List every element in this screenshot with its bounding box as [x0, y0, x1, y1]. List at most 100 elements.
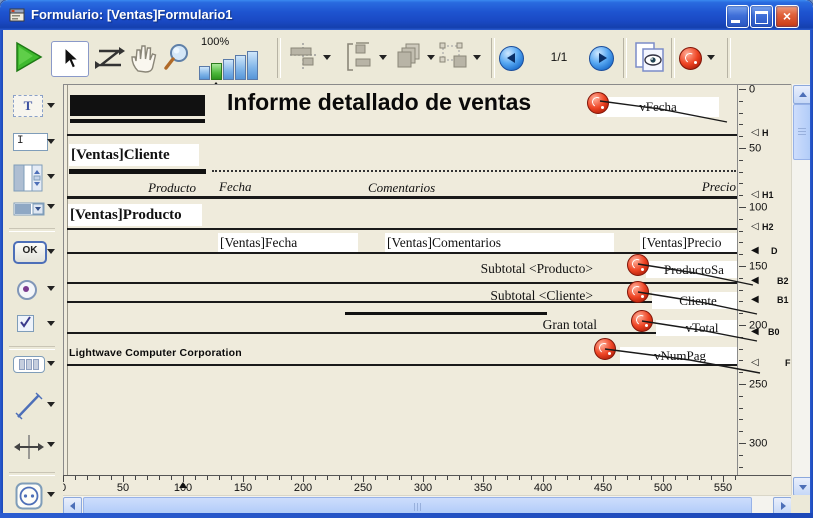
variable-vfecha[interactable]: vFecha: [597, 97, 719, 117]
h-ruler-tick: [399, 476, 400, 480]
input-tool-dropdown[interactable]: [47, 139, 55, 144]
section-line-B0: [67, 332, 737, 334]
v-ruler-tick: [739, 207, 746, 208]
close-button[interactable]: ×: [775, 5, 799, 28]
zoom-bar-3[interactable]: [223, 59, 234, 80]
dropdown-tool-button[interactable]: [13, 202, 45, 216]
layers-dropdown-arrow[interactable]: [427, 55, 435, 60]
object-method-icon-vfecha[interactable]: [587, 92, 609, 114]
label-gran-total[interactable]: Gran total: [505, 317, 597, 333]
entry-order-tool-button[interactable]: [93, 42, 125, 74]
vertical-scrollbar[interactable]: [791, 84, 811, 495]
h-ruler-tick: [411, 476, 412, 480]
oval-tool-button[interactable]: [15, 482, 43, 510]
label-subtotal-cliente[interactable]: Subtotal <Cliente>: [460, 288, 593, 304]
zoom-tool-button[interactable]: [161, 42, 193, 74]
label-subtotal-producto[interactable]: Subtotal <Producto>: [460, 261, 593, 277]
text-tool-button[interactable]: T: [13, 95, 43, 117]
execute-form-button[interactable]: [11, 40, 45, 74]
checkbox-tool-button[interactable]: [17, 315, 37, 335]
zoom-bar-2-current[interactable]: [211, 63, 222, 80]
variable-cliente[interactable]: Cliente: [652, 292, 744, 309]
v-ruler-tick: [739, 443, 746, 444]
variable-vnumpag[interactable]: vNumPag: [620, 347, 740, 364]
object-method-icon-vtotal[interactable]: [631, 310, 653, 332]
variable-productosa[interactable]: ProductoSa: [646, 261, 742, 278]
button-tool-button[interactable]: OK: [13, 241, 47, 264]
align-tool-button[interactable]: [289, 42, 321, 72]
line-tool-dropdown[interactable]: [47, 402, 55, 407]
checkbox-tool-dropdown[interactable]: [47, 321, 55, 326]
input-field-tool-button[interactable]: I: [13, 133, 48, 151]
field-producto[interactable]: [Ventas]Producto: [68, 204, 202, 226]
listbox-tool-button[interactable]: [13, 164, 45, 192]
field-comentarios[interactable]: [Ventas]Comentarios: [385, 233, 614, 252]
distribute-dropdown-arrow[interactable]: [379, 55, 387, 60]
field-fecha[interactable]: [Ventas]Fecha: [218, 233, 358, 252]
v-ruler-tick: [739, 89, 746, 90]
column-label-precio[interactable]: Precio: [660, 179, 736, 195]
v-ruler-tick: [739, 160, 743, 161]
object-method-icon-vnumpag[interactable]: [594, 338, 616, 360]
grand-total-rule[interactable]: [345, 312, 547, 315]
handles-dropdown-arrow[interactable]: [473, 55, 481, 60]
form-method-button[interactable]: [679, 47, 702, 70]
zoom-bar-5[interactable]: [247, 51, 258, 80]
logo-underline[interactable]: [70, 119, 205, 123]
radio-button-tool-button[interactable]: [17, 280, 37, 300]
splitter-tool-dropdown[interactable]: [47, 442, 55, 447]
preview-button[interactable]: [633, 41, 667, 75]
button-grid-dropdown[interactable]: [47, 361, 55, 366]
listbox-tool-dropdown[interactable]: [47, 174, 55, 179]
oval-tool-dropdown[interactable]: [47, 492, 55, 497]
layers-tool-button[interactable]: [393, 42, 425, 72]
column-label-producto[interactable]: Producto: [120, 180, 196, 196]
next-page-button[interactable]: [589, 46, 614, 71]
zoom-bar-4[interactable]: [235, 55, 246, 80]
column-label-fecha[interactable]: Fecha: [219, 179, 251, 195]
sidebar-separator: [9, 472, 55, 476]
field-cliente[interactable]: [Ventas]Cliente: [69, 144, 199, 166]
h-ruler-tick: [435, 476, 436, 480]
logo-rectangle[interactable]: [70, 95, 205, 116]
object-method-icon-cliente[interactable]: [627, 281, 649, 303]
text-tool-dropdown[interactable]: [47, 103, 55, 108]
dotted-line[interactable]: [212, 170, 736, 172]
distribute-tool-button[interactable]: [345, 42, 377, 72]
button-grid-tool-button[interactable]: [13, 356, 45, 373]
label-company[interactable]: Lightwave Computer Corporation: [69, 347, 309, 359]
radio-tool-dropdown[interactable]: [47, 286, 55, 291]
align-dropdown-arrow[interactable]: [323, 55, 331, 60]
sidebar-separator: [9, 228, 55, 232]
maximize-button[interactable]: [750, 5, 773, 28]
report-title[interactable]: Informe detallado de ventas: [227, 89, 597, 116]
column-label-comentarios[interactable]: Comentarios: [368, 180, 435, 196]
previous-page-button[interactable]: [499, 46, 524, 71]
field-precio[interactable]: [Ventas]Precio: [640, 233, 739, 252]
resize-handles-tool-button[interactable]: [439, 42, 471, 72]
object-method-icon-productosa[interactable]: [627, 254, 649, 276]
button-tool-dropdown[interactable]: [47, 249, 55, 254]
v-ruler-tick: [739, 313, 743, 314]
method-dropdown-arrow[interactable]: [707, 55, 715, 60]
button-tool-icon: OK: [13, 241, 47, 264]
v-ruler-number: 150: [749, 261, 767, 273]
pointer-tool-button[interactable]: [51, 41, 89, 77]
minimize-button[interactable]: [726, 5, 749, 28]
h-ruler-tick: [519, 476, 520, 480]
window-border-bottom: [0, 513, 813, 518]
splitter-tool-button[interactable]: [13, 434, 45, 460]
zoom-level-widget: 100%: [199, 36, 265, 82]
form-canvas[interactable]: [63, 84, 738, 476]
h-ruler-number: 450: [594, 482, 612, 494]
horizontal-scrollbar[interactable]: [63, 495, 791, 514]
hand-tool-button[interactable]: [127, 42, 159, 74]
cliente-underline[interactable]: [69, 169, 206, 174]
line-tool-button[interactable]: [15, 392, 43, 420]
zoom-bar-1[interactable]: [199, 66, 210, 80]
dropdown-tool-dropdown[interactable]: [47, 204, 55, 209]
variable-vtotal[interactable]: vTotal: [656, 320, 748, 336]
v-ruler-tick: [739, 254, 743, 255]
v-ruler-tick: [739, 278, 743, 279]
check-mark: [19, 316, 32, 329]
